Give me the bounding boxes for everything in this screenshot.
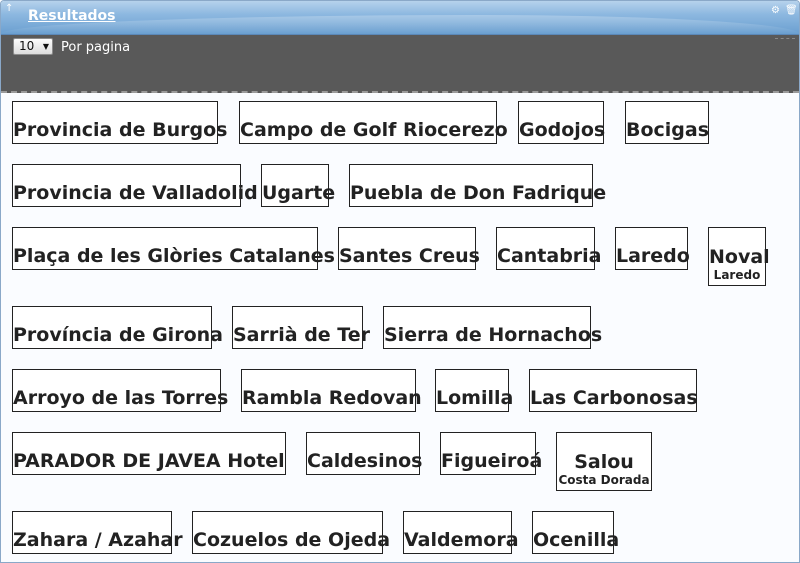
result-tag[interactable]: Sierra de Hornachos: [383, 306, 602, 349]
trash-icon[interactable]: 🗑: [785, 5, 798, 16]
result-name: Provincia de Valladolid: [13, 182, 258, 204]
portlet-title-bar[interactable]: ↑ Resultados ⚙ 🗑: [1, 1, 799, 35]
result-tag[interactable]: Santes Creus: [338, 227, 480, 270]
result-tag[interactable]: Figueiroá: [440, 432, 542, 475]
title-bar-decoration: [1, 15, 799, 34]
result-name: Las Carbonosas: [530, 387, 698, 409]
pagination-toolbar: 10 ▼ Por pagina: [1, 35, 799, 93]
result-tag[interactable]: Puebla de Don Fadrique: [349, 164, 606, 207]
per-page-value: 10: [19, 39, 35, 53]
result-tag[interactable]: Sarrià de Ter: [232, 306, 370, 349]
result-tag[interactable]: Provincia de Burgos: [12, 101, 227, 144]
result-name: Caldesinos: [307, 450, 423, 472]
result-tag[interactable]: Província de Girona: [12, 306, 223, 349]
portlet-title[interactable]: Resultados: [28, 8, 116, 24]
toolbar-handle: [775, 38, 795, 39]
per-page-label: Por pagina: [61, 40, 131, 55]
result-name: Valdemora: [404, 529, 519, 551]
result-name: Arroyo de las Torres: [13, 387, 229, 409]
result-name: Rambla Redovan: [242, 387, 422, 409]
result-name: Província de Girona: [13, 324, 223, 346]
result-name: Godojos: [519, 119, 606, 141]
result-name: Zahara / Azahar: [13, 529, 183, 551]
result-tag[interactable]: Cozuelos de Ojeda: [192, 511, 390, 554]
result-name: Ugarte: [262, 182, 336, 204]
result-sublabel: Laredo: [713, 268, 761, 282]
result-tag[interactable]: Cantabria: [496, 227, 602, 270]
result-name: Sarrià de Ter: [233, 324, 370, 346]
result-tag[interactable]: Laredo: [615, 227, 690, 270]
result-name: Sierra de Hornachos: [384, 324, 603, 346]
result-tag[interactable]: Las Carbonosas: [529, 369, 698, 412]
result-name: Santes Creus: [339, 245, 480, 267]
arrow-up-icon[interactable]: ↑: [5, 3, 13, 14]
result-name: PARADOR DE JAVEA Hotel: [13, 450, 285, 472]
result-tag[interactable]: Arroyo de las Torres: [12, 369, 228, 412]
result-tag[interactable]: Campo de Golf Riocerezo: [239, 101, 508, 144]
result-tag[interactable]: Zahara / Azahar: [12, 511, 183, 554]
result-sublabel: Costa Dorada: [558, 473, 650, 487]
result-name: Campo de Golf Riocerezo: [240, 119, 508, 141]
result-name: Figueiroá: [441, 450, 543, 472]
per-page-select[interactable]: 10 ▼: [13, 38, 53, 55]
result-name: Salou: [574, 451, 634, 473]
result-name: Cozuelos de Ojeda: [193, 529, 391, 551]
result-name: Noval: [709, 246, 770, 268]
result-tag[interactable]: Rambla Redovan: [241, 369, 422, 412]
results-portlet: ↑ Resultados ⚙ 🗑 10 ▼ Por pagina Provinc…: [0, 0, 800, 563]
result-name: Ocenilla: [533, 529, 620, 551]
result-tag[interactable]: Ocenilla: [532, 511, 619, 554]
result-name: Plaça de les Glòries Catalanes: [13, 245, 335, 267]
result-name: Provincia de Burgos: [13, 119, 228, 141]
result-tag[interactable]: Ugarte: [261, 164, 335, 207]
result-name: Lomilla: [436, 387, 514, 409]
result-tag[interactable]: Provincia de Valladolid: [12, 164, 258, 207]
result-tag[interactable]: Lomilla: [435, 369, 513, 412]
gear-icon[interactable]: ⚙: [770, 5, 781, 16]
result-tag[interactable]: Plaça de les Glòries Catalanes: [12, 227, 335, 270]
result-name: Cantabria: [497, 245, 602, 267]
result-tag[interactable]: Godojos: [518, 101, 606, 144]
chevron-down-icon: ▼: [42, 42, 49, 51]
result-tag[interactable]: Bocigas: [625, 101, 709, 144]
result-name: Bocigas: [626, 119, 710, 141]
result-tag[interactable]: Valdemora: [403, 511, 519, 554]
result-tag[interactable]: PARADOR DE JAVEA Hotel: [12, 432, 286, 475]
result-tag[interactable]: Salou Costa Dorada: [556, 432, 652, 491]
result-tag[interactable]: Caldesinos: [306, 432, 423, 475]
result-name: Laredo: [616, 245, 690, 267]
result-tag[interactable]: Noval Laredo: [708, 227, 770, 286]
result-name: Puebla de Don Fadrique: [350, 182, 607, 204]
